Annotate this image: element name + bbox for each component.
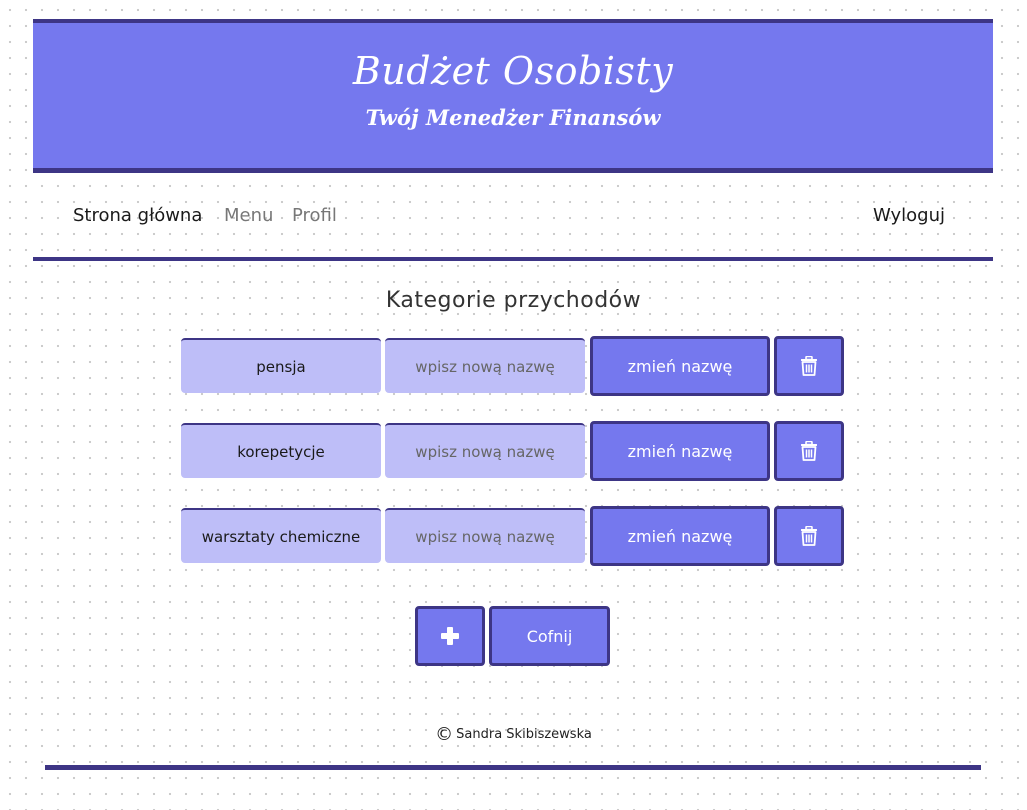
delete-button[interactable] [774, 421, 844, 481]
logout-link[interactable]: Wyloguj [873, 205, 945, 226]
delete-button[interactable] [774, 336, 844, 396]
rename-button[interactable]: zmień nazwę [590, 336, 770, 396]
footer: © Sandra Skibiszewska [0, 724, 1027, 745]
rename-button[interactable]: zmień nazwę [590, 421, 770, 481]
add-category-button[interactable] [415, 606, 485, 666]
footer-author: Sandra Skibiszewska [456, 727, 592, 742]
trash-icon [801, 526, 817, 546]
footer-divider [45, 765, 981, 770]
category-row: pensja zmień nazwę [181, 336, 845, 396]
nav-profile-link[interactable]: Profil [292, 205, 337, 226]
main-nav: Strona główna Menu Profil Wyloguj [33, 190, 993, 245]
page-title: Kategorie przychodów [385, 288, 642, 313]
category-name: pensja [181, 338, 381, 393]
trash-icon [801, 441, 817, 461]
new-name-input[interactable] [385, 338, 585, 393]
new-name-input[interactable] [385, 423, 585, 478]
nav-home-link[interactable]: Strona główna [73, 205, 202, 226]
page-header: Budżet Osobisty Twój Menedżer Finansów [33, 19, 993, 173]
new-name-input[interactable] [385, 508, 585, 563]
category-row: warsztaty chemiczne zmień nazwę [181, 506, 845, 566]
category-name: warsztaty chemiczne [181, 508, 381, 563]
trash-icon [801, 356, 817, 376]
delete-button[interactable] [774, 506, 844, 566]
category-row: korepetycje zmień nazwę [181, 421, 845, 481]
back-button[interactable]: Cofnij [489, 606, 610, 666]
plus-icon [441, 627, 459, 645]
copyright-icon: © [435, 724, 454, 745]
nav-divider [33, 257, 993, 261]
app-title: Budżet Osobisty [352, 49, 674, 93]
category-name: korepetycje [181, 423, 381, 478]
nav-menu-link[interactable]: Menu [224, 205, 273, 226]
rename-button[interactable]: zmień nazwę [590, 506, 770, 566]
app-subtitle: Twój Menedżer Finansów [365, 105, 661, 130]
